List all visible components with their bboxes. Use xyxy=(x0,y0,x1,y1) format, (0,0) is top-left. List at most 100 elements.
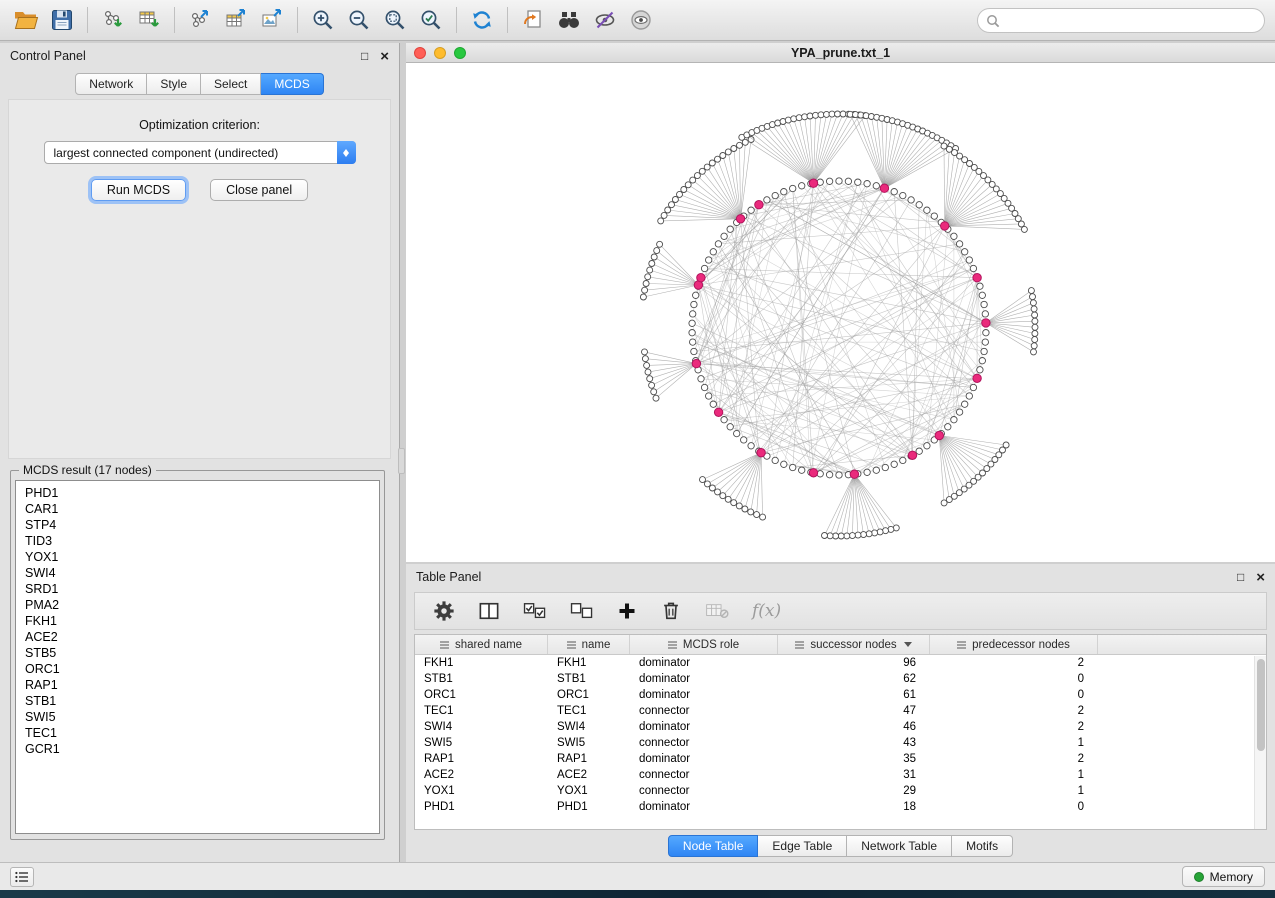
show-graphics-details-button[interactable] xyxy=(623,4,659,36)
table-cell[interactable]: FKH1 xyxy=(415,655,548,671)
export-network-button[interactable] xyxy=(182,4,218,36)
table-cell[interactable]: 2 xyxy=(930,655,1098,671)
open-session-button[interactable] xyxy=(8,4,44,36)
mcds-result-item[interactable]: YOX1 xyxy=(25,549,370,565)
table-row-STB1[interactable]: STB1STB1dominator620 xyxy=(415,671,1266,687)
hide-graphics-details-button[interactable] xyxy=(587,4,623,36)
table-row-RAP1[interactable]: RAP1RAP1dominator352 xyxy=(415,751,1266,767)
float-window-icon[interactable]: □ xyxy=(361,50,368,62)
table-cell[interactable]: 0 xyxy=(930,671,1098,687)
table-cell[interactable]: dominator xyxy=(630,671,778,687)
table-cell[interactable]: 2 xyxy=(930,703,1098,719)
network-canvas[interactable] xyxy=(406,63,1275,562)
table-row-ACE2[interactable]: ACE2ACE2connector311 xyxy=(415,767,1266,783)
table-cell[interactable]: 1 xyxy=(930,783,1098,799)
table-cell[interactable]: connector xyxy=(630,783,778,799)
close-traffic-light-icon[interactable] xyxy=(414,47,426,59)
column-header-predecessor-nodes[interactable]: predecessor nodes xyxy=(930,635,1098,654)
mcds-result-item[interactable]: STB1 xyxy=(25,693,370,709)
table-row-TEC1[interactable]: TEC1TEC1connector472 xyxy=(415,703,1266,719)
search-input[interactable] xyxy=(1005,14,1256,28)
select-all-rows-button[interactable] xyxy=(523,601,547,621)
table-row-FKH1[interactable]: FKH1FKH1dominator962 xyxy=(415,655,1266,671)
table-cell[interactable]: 2 xyxy=(930,751,1098,767)
table-cell[interactable]: SWI5 xyxy=(548,735,630,751)
tab-style[interactable]: Style xyxy=(147,73,201,95)
table-cell[interactable]: 18 xyxy=(778,799,930,815)
table-cell[interactable]: 46 xyxy=(778,719,930,735)
show-column-button[interactable] xyxy=(478,601,500,621)
column-header-successor-nodes[interactable]: successor nodes xyxy=(778,635,930,654)
clone-network-button[interactable] xyxy=(515,4,551,36)
table-cell[interactable]: RAP1 xyxy=(415,751,548,767)
table-cell[interactable]: dominator xyxy=(630,719,778,735)
zoom-traffic-light-icon[interactable] xyxy=(454,47,466,59)
table-cell[interactable]: 0 xyxy=(930,687,1098,703)
table-cell[interactable]: TEC1 xyxy=(415,703,548,719)
zoom-selected-button[interactable] xyxy=(413,4,449,36)
float-window-icon[interactable]: □ xyxy=(1237,571,1244,583)
table-cell[interactable]: FKH1 xyxy=(548,655,630,671)
mcds-result-item[interactable]: FKH1 xyxy=(25,613,370,629)
table-settings-button[interactable] xyxy=(433,600,455,622)
tab-node-table[interactable]: Node Table xyxy=(668,835,759,857)
mcds-result-item[interactable]: SRD1 xyxy=(25,581,370,597)
mcds-result-item[interactable]: STB5 xyxy=(25,645,370,661)
table-cell[interactable]: TEC1 xyxy=(548,703,630,719)
table-cell[interactable]: connector xyxy=(630,703,778,719)
column-header-name[interactable]: name xyxy=(548,635,630,654)
table-cell[interactable]: 31 xyxy=(778,767,930,783)
table-row-ORC1[interactable]: ORC1ORC1dominator610 xyxy=(415,687,1266,703)
table-cell[interactable]: 1 xyxy=(930,735,1098,751)
mcds-result-item[interactable]: SWI4 xyxy=(25,565,370,581)
mcds-result-item[interactable]: PHD1 xyxy=(25,485,370,501)
memory-button[interactable]: Memory xyxy=(1182,866,1265,887)
table-cell[interactable]: YOX1 xyxy=(548,783,630,799)
mcds-result-item[interactable]: RAP1 xyxy=(25,677,370,693)
close-icon[interactable]: × xyxy=(1256,570,1265,585)
table-scrollbar[interactable] xyxy=(1254,656,1266,829)
table-cell[interactable]: 47 xyxy=(778,703,930,719)
table-row-PHD1[interactable]: PHD1PHD1dominator180 xyxy=(415,799,1266,815)
import-table-button[interactable] xyxy=(131,4,167,36)
import-network-button[interactable] xyxy=(95,4,131,36)
optimization-criterion-select[interactable]: largest connected component (undirected) xyxy=(44,141,356,164)
save-session-button[interactable] xyxy=(44,4,80,36)
tab-mcds[interactable]: MCDS xyxy=(261,73,323,95)
mcds-result-item[interactable]: TID3 xyxy=(25,533,370,549)
table-cell[interactable]: 0 xyxy=(930,799,1098,815)
table-cell[interactable]: dominator xyxy=(630,799,778,815)
mcds-result-item[interactable]: CAR1 xyxy=(25,501,370,517)
table-cell[interactable]: dominator xyxy=(630,751,778,767)
table-cell[interactable]: 29 xyxy=(778,783,930,799)
create-column-button[interactable] xyxy=(617,601,637,621)
close-panel-button[interactable]: Close panel xyxy=(210,179,308,201)
zoom-fit-button[interactable] xyxy=(377,4,413,36)
table-cell[interactable]: ORC1 xyxy=(548,687,630,703)
function-builder-button[interactable]: f(x) xyxy=(752,601,781,621)
table-cell[interactable]: dominator xyxy=(630,655,778,671)
table-cell[interactable]: PHD1 xyxy=(415,799,548,815)
table-cell[interactable]: 1 xyxy=(930,767,1098,783)
table-cell[interactable]: 2 xyxy=(930,719,1098,735)
mcds-result-item[interactable]: PMA2 xyxy=(25,597,370,613)
table-cell[interactable]: ORC1 xyxy=(415,687,548,703)
mcds-result-item[interactable]: ORC1 xyxy=(25,661,370,677)
export-image-button[interactable] xyxy=(254,4,290,36)
table-cell[interactable]: RAP1 xyxy=(548,751,630,767)
refresh-view-button[interactable] xyxy=(464,4,500,36)
mcds-result-item[interactable]: GCR1 xyxy=(25,741,370,757)
minimize-traffic-light-icon[interactable] xyxy=(434,47,446,59)
tab-motifs[interactable]: Motifs xyxy=(952,835,1013,857)
table-cell[interactable]: SWI4 xyxy=(415,719,548,735)
tab-select[interactable]: Select xyxy=(201,73,261,95)
table-row-YOX1[interactable]: YOX1YOX1connector291 xyxy=(415,783,1266,799)
export-table-button[interactable] xyxy=(218,4,254,36)
run-mcds-button[interactable]: Run MCDS xyxy=(91,179,186,201)
table-cell[interactable]: 62 xyxy=(778,671,930,687)
table-cell[interactable]: 61 xyxy=(778,687,930,703)
close-icon[interactable]: × xyxy=(380,49,389,64)
column-header-MCDS-role[interactable]: MCDS role xyxy=(630,635,778,654)
mcds-result-item[interactable]: SWI5 xyxy=(25,709,370,725)
table-cell[interactable]: 96 xyxy=(778,655,930,671)
